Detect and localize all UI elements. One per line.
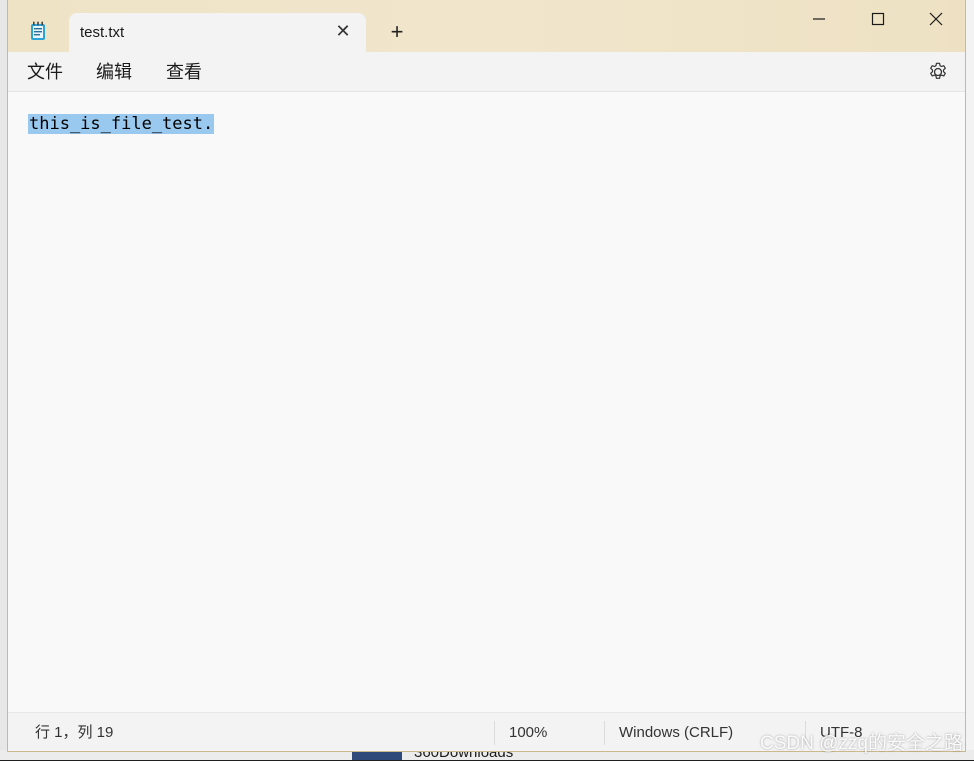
line-ending[interactable]: Windows (CRLF) (619, 725, 733, 741)
cursor-position: 行 1，列 19 (35, 724, 114, 741)
zoom-level[interactable]: 100% (509, 725, 547, 741)
menu-view[interactable]: 查看 (166, 62, 202, 82)
tab-title: test.txt (80, 24, 125, 41)
new-tab-button[interactable]: + (386, 21, 408, 43)
status-divider (494, 721, 495, 745)
csdn-watermark: CSDN @zzq的安全之路 (760, 733, 963, 754)
title-bar[interactable]: test.txt ✕ + (8, 0, 965, 53)
notepad-window: test.txt ✕ + 文件 编辑 查看 this_is_file_test.… (7, 0, 966, 752)
menu-edit[interactable]: 编辑 (96, 62, 132, 82)
gear-icon[interactable] (927, 61, 949, 83)
selected-text[interactable]: this_is_file_test. (28, 114, 215, 134)
menu-bar: 文件 编辑 查看 (8, 52, 965, 92)
text-editor-area[interactable]: this_is_file_test. (8, 92, 965, 712)
background-window-edge (965, 0, 974, 760)
minimize-icon[interactable] (808, 8, 830, 30)
notepad-app-icon (31, 21, 45, 40)
tab-close-icon[interactable]: ✕ (334, 22, 352, 40)
close-icon[interactable] (925, 8, 947, 30)
status-divider (604, 721, 605, 745)
tab-test-txt[interactable]: test.txt ✕ (69, 13, 366, 53)
maximize-icon[interactable] (867, 8, 889, 30)
menu-file[interactable]: 文件 (27, 62, 63, 82)
